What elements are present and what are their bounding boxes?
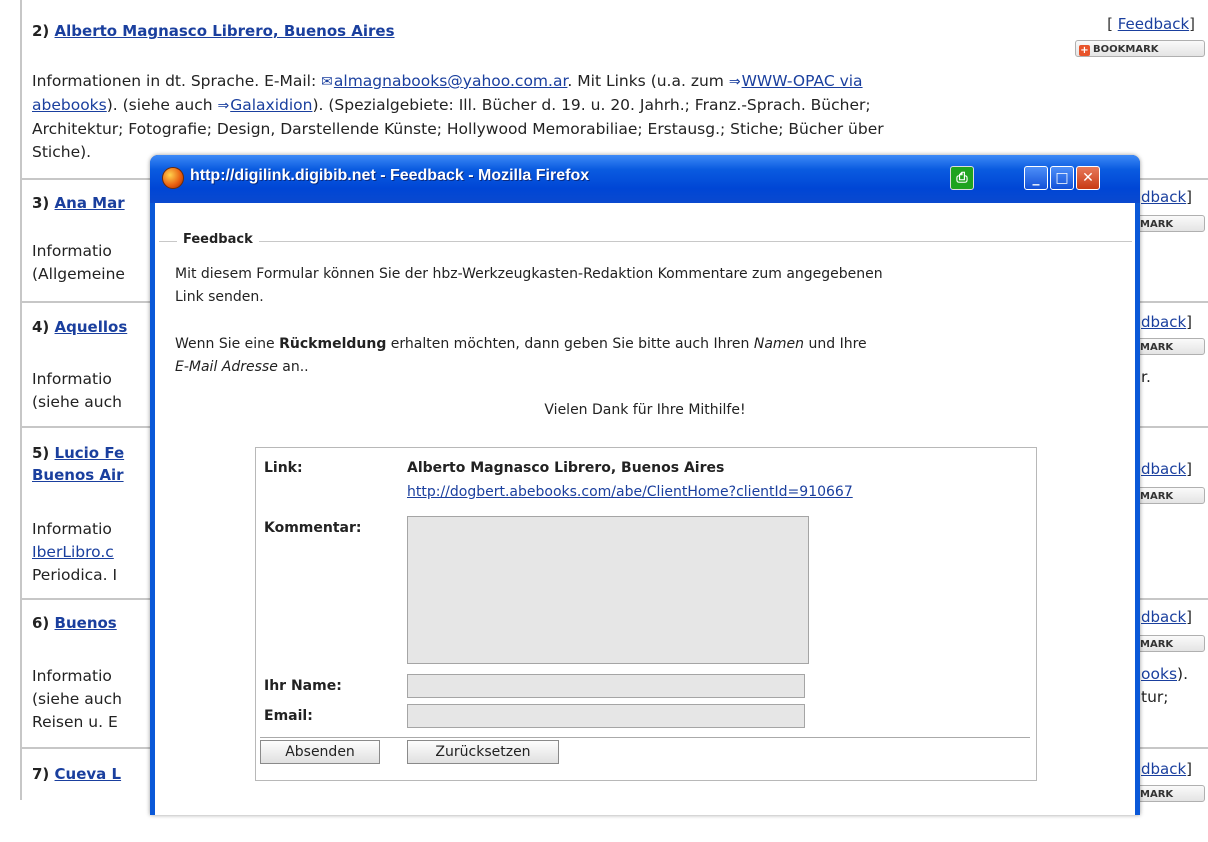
maximize-button[interactable]: □	[1050, 166, 1074, 190]
entry-heading: 6) Buenos	[32, 614, 117, 632]
feedback-link[interactable]: Feedback	[1118, 15, 1189, 33]
entry-title-link[interactable]: Lucio Fe	[55, 444, 125, 462]
entry-heading: 7) Cueva L	[32, 765, 121, 783]
desc-text: Architektur; Fotografie; Design, Darstel…	[32, 120, 884, 138]
entry-number: 6)	[32, 614, 50, 632]
feedback-link-partial[interactable]: dback]	[1141, 313, 1192, 331]
name-label: Ihr Name:	[264, 678, 342, 694]
plus-icon: +	[1079, 45, 1090, 56]
reply-text: erhalten möchten, dann geben Sie bitte a…	[386, 336, 754, 352]
desc-text: . Mit Links (u.a. zum	[567, 72, 729, 90]
intro-paragraph: Mit diesem Formular können Sie der hbz-W…	[175, 263, 1075, 309]
feedback-link[interactable]: dback	[1141, 760, 1186, 778]
desc-text-right: ooks).	[1141, 665, 1188, 683]
entry-number: 3)	[32, 194, 50, 212]
bookmark-button-partial[interactable]: MARK	[1135, 487, 1205, 504]
bookmark-button-partial[interactable]: MARK	[1135, 785, 1205, 802]
intro-text: Mit diesem Formular können Sie der hbz-W…	[175, 266, 883, 282]
thanks-text: Vielen Dank für Ihre Mithilfe!	[544, 402, 746, 418]
opac-link[interactable]: WWW-OPAC via	[742, 72, 863, 90]
entry-heading: 5) Lucio Fe Buenos Air	[32, 442, 124, 486]
email-input[interactable]	[407, 704, 805, 728]
entry-number: 4)	[32, 318, 50, 336]
feedback-form: Link: Alberto Magnasco Librero, Buenos A…	[255, 447, 1037, 781]
desc-text: Informationen in dt. Sprache. E-Mail:	[32, 72, 322, 90]
feedback-link[interactable]: dback	[1141, 460, 1186, 478]
link-label: Link:	[264, 460, 303, 476]
link-url[interactable]: http://dogbert.abebooks.com/abe/ClientHo…	[407, 484, 853, 500]
close-button[interactable]: ✕	[1076, 166, 1100, 190]
bookmark-button-partial[interactable]: MARK	[1135, 338, 1205, 355]
reply-text: und Ihre	[804, 336, 867, 352]
external-link-icon: ⇒	[728, 74, 741, 90]
reply-paragraph: Wenn Sie eine Rückmeldung erhalten möcht…	[175, 333, 1075, 379]
opac-link-cont[interactable]: abebooks	[32, 96, 107, 114]
name-input[interactable]	[407, 674, 805, 698]
form-divider	[260, 737, 1030, 738]
bookmark-label: BOOKMARK	[1093, 44, 1159, 55]
entry-title-link[interactable]: Aquellos	[55, 318, 128, 336]
entry-heading: 3) Ana Mar	[32, 194, 125, 212]
firefox-icon	[162, 167, 184, 189]
desc-text-right: tur;	[1141, 688, 1169, 706]
bookmark-label: MARK	[1140, 219, 1174, 230]
entry-title-link[interactable]: Alberto Magnasco Librero, Buenos Aires	[55, 22, 395, 40]
entry-number: 5)	[32, 444, 50, 462]
reset-button[interactable]: Zurücksetzen	[407, 740, 559, 764]
feedback-link-partial[interactable]: dback]	[1141, 188, 1192, 206]
bookmark-label: MARK	[1140, 342, 1174, 353]
entry-number: 7)	[32, 765, 50, 783]
printer-icon[interactable]: ⎙	[950, 166, 974, 190]
bookmark-button-partial[interactable]: MARK	[1135, 635, 1205, 652]
feedback-link-partial[interactable]: dback]	[1141, 460, 1192, 478]
entry-heading: 2) Alberto Magnasco Librero, Buenos Aire…	[32, 22, 395, 40]
feedback-popup-window: http://digilink.digibib.net - Feedback -…	[150, 155, 1140, 815]
feedback-link[interactable]: dback	[1141, 313, 1186, 331]
minimize-button[interactable]: _	[1024, 166, 1048, 190]
window-title: http://digilink.digibib.net - Feedback -…	[190, 167, 590, 184]
bookmark-label: MARK	[1140, 639, 1174, 650]
feedback-link-partial[interactable]: dback]	[1141, 608, 1192, 626]
fieldset-legend: Feedback	[177, 232, 259, 247]
desc-text: ). (Spezialgebiete: Ill. Bücher d. 19. u…	[312, 96, 871, 114]
desc-text-right: r.	[1141, 368, 1151, 386]
window-titlebar[interactable]: http://digilink.digibib.net - Feedback -…	[150, 155, 1140, 203]
entry-number: 2)	[32, 22, 50, 40]
reply-italic: E-Mail Adresse	[175, 359, 278, 375]
window-content: Feedback Mit diesem Formular können Sie …	[155, 203, 1135, 815]
reply-italic: Namen	[753, 336, 805, 352]
abebooks-link[interactable]: ooks	[1141, 665, 1177, 683]
left-border	[20, 0, 22, 800]
reply-text: an..	[277, 359, 309, 375]
galaxidion-link[interactable]: Galaxidion	[230, 96, 312, 114]
bookmark-button-partial[interactable]: MARK	[1135, 215, 1205, 232]
email-link[interactable]: almagnabooks@yahoo.com.ar	[334, 72, 568, 90]
entry-title-link[interactable]: Buenos	[55, 614, 117, 632]
desc-text: ). (siehe auch	[106, 96, 218, 114]
feedback-link-box: [ Feedback]	[1107, 15, 1195, 33]
entry-description: Informationen in dt. Sprache. E-Mail: ✉a…	[32, 70, 1182, 164]
feedback-link[interactable]: dback	[1141, 188, 1186, 206]
link-title: Alberto Magnasco Librero, Buenos Aires	[407, 460, 725, 476]
bookmark-button[interactable]: + BOOKMARK	[1075, 40, 1205, 57]
entry-title-link[interactable]: Ana Mar	[55, 194, 125, 212]
entry-title-link[interactable]: Cueva L	[55, 765, 122, 783]
mail-icon: ✉	[321, 74, 333, 90]
comment-textarea[interactable]	[407, 516, 809, 664]
entry-heading: 4) Aquellos	[32, 318, 127, 336]
feedback-link[interactable]: dback	[1141, 608, 1186, 626]
reply-text: Wenn Sie eine	[175, 336, 280, 352]
entry-title-link[interactable]: Buenos Air	[32, 466, 124, 484]
desc-text: ).	[1177, 665, 1189, 683]
comment-label: Kommentar:	[264, 520, 362, 536]
email-label: Email:	[264, 708, 313, 724]
feedback-link-partial[interactable]: dback]	[1141, 760, 1192, 778]
bookmark-label: MARK	[1140, 491, 1174, 502]
reply-bold: Rückmeldung	[279, 336, 387, 352]
external-link-icon: ⇒	[217, 98, 230, 114]
bookmark-label: MARK	[1140, 789, 1174, 800]
intro-text: Link senden.	[175, 289, 264, 305]
submit-button[interactable]: Absenden	[260, 740, 380, 764]
